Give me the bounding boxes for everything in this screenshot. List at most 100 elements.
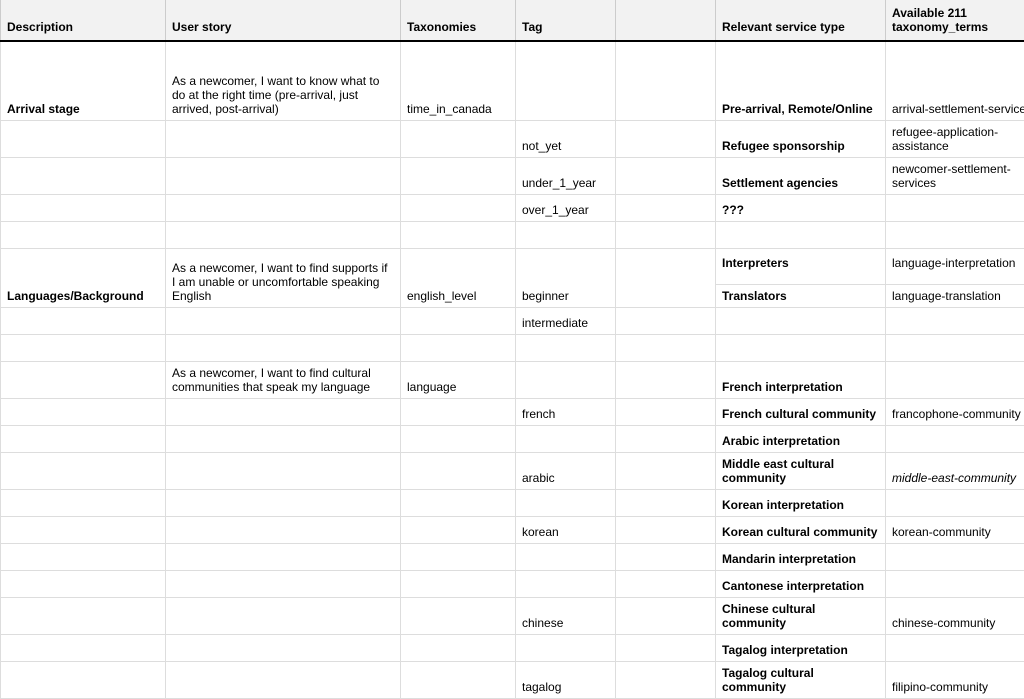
table-cell <box>616 598 716 635</box>
table-cell <box>616 635 716 662</box>
table-cell <box>616 222 716 249</box>
table-row: Languages/BackgroundAs a newcomer, I wan… <box>1 249 1024 308</box>
table-cell <box>616 571 716 598</box>
table-cell <box>401 662 516 699</box>
table-row: koreanKorean cultural communitykorean-co… <box>1 517 1024 544</box>
table-cell <box>516 362 616 399</box>
table-cell <box>166 453 401 490</box>
header-blank <box>616 0 716 41</box>
table-cell <box>166 399 401 426</box>
table-cell <box>616 362 716 399</box>
table-cell <box>401 544 516 571</box>
table-cell <box>401 426 516 453</box>
table-cell: ??? <box>716 195 886 222</box>
table-cell: time_in_canada <box>401 41 516 121</box>
table-cell: korean-community <box>886 517 1024 544</box>
table-cell <box>516 426 616 453</box>
table-cell: language <box>401 362 516 399</box>
table-cell <box>1 571 166 598</box>
table-cell <box>516 41 616 121</box>
table-cell <box>1 335 166 362</box>
table-cell <box>1 453 166 490</box>
table-cell: Tagalog cultural community <box>716 662 886 699</box>
table-cell: not_yet <box>516 121 616 158</box>
table-cell: refugee-application-assistance <box>886 121 1024 158</box>
table-cell: francophone-community <box>886 399 1024 426</box>
table-cell: arabic <box>516 453 616 490</box>
table-cell <box>401 598 516 635</box>
table-row: chineseChinese cultural communitychinese… <box>1 598 1024 635</box>
table-cell <box>886 362 1024 399</box>
table-cell <box>716 222 886 249</box>
table-cell <box>401 490 516 517</box>
table-cell <box>516 490 616 517</box>
table-cell <box>1 308 166 335</box>
table-cell <box>401 635 516 662</box>
table-cell <box>616 195 716 222</box>
table-cell: French cultural community <box>716 399 886 426</box>
table-cell <box>886 426 1024 453</box>
table-cell <box>616 544 716 571</box>
table-cell <box>166 222 401 249</box>
table-cell <box>1 399 166 426</box>
table-cell <box>886 308 1024 335</box>
table-cell: Mandarin interpretation <box>716 544 886 571</box>
table-cell <box>1 426 166 453</box>
table-cell <box>886 490 1024 517</box>
table-cell <box>401 453 516 490</box>
table-cell <box>166 335 401 362</box>
table-cell <box>166 635 401 662</box>
table-cell: filipino-community <box>886 662 1024 699</box>
table-cell: Refugee sponsorship <box>716 121 886 158</box>
table-cell: Cantonese interpretation <box>716 571 886 598</box>
table-cell <box>401 158 516 195</box>
table-cell <box>1 362 166 399</box>
table-cell <box>1 662 166 699</box>
table-cell <box>886 222 1024 249</box>
table-cell <box>1 635 166 662</box>
table-cell: language-interpretationlanguage-translat… <box>886 249 1024 308</box>
table-cell: As a newcomer, I want to find cultural c… <box>166 362 401 399</box>
table-cell: tagalog <box>516 662 616 699</box>
table-cell <box>716 308 886 335</box>
table-cell: Tagalog interpretation <box>716 635 886 662</box>
table-cell <box>166 490 401 517</box>
header-row: Description User story Taxonomies Tag Re… <box>1 0 1024 41</box>
table-cell: InterpretersTranslators <box>716 249 886 308</box>
table-cell: middle-east-community <box>886 453 1024 490</box>
table-cell <box>616 41 716 121</box>
table-cell: french <box>516 399 616 426</box>
table-cell <box>166 195 401 222</box>
table-cell <box>401 195 516 222</box>
table-cell: French interpretation <box>716 362 886 399</box>
table-cell <box>1 195 166 222</box>
table-cell: newcomer-settlement-services <box>886 158 1024 195</box>
table-row: arabic Middle east cultural communitymidd… <box>1 453 1024 490</box>
table-cell: Arabic interpretation <box>716 426 886 453</box>
table-cell <box>166 426 401 453</box>
table-cell: beginner <box>516 249 616 308</box>
table-cell <box>886 544 1024 571</box>
table-cell <box>166 598 401 635</box>
table-cell <box>166 662 401 699</box>
table-cell: intermediate <box>516 308 616 335</box>
table-cell <box>516 544 616 571</box>
table-row <box>1 222 1024 249</box>
table-cell: chinese-community <box>886 598 1024 635</box>
table-cell <box>401 335 516 362</box>
table-row: Arrival stageAs a newcomer, I want to kn… <box>1 41 1024 121</box>
table-cell <box>1 158 166 195</box>
table-cell <box>516 335 616 362</box>
table-cell <box>886 195 1024 222</box>
table-cell: Middle east cultural community <box>716 453 886 490</box>
table-cell: Korean interpretation <box>716 490 886 517</box>
table-cell <box>166 571 401 598</box>
table-cell <box>616 158 716 195</box>
table-cell <box>166 544 401 571</box>
table-cell: Settlement agencies <box>716 158 886 195</box>
table-cell <box>401 517 516 544</box>
table-cell <box>616 426 716 453</box>
table-row: french French cultural communityfrancopho… <box>1 399 1024 426</box>
table-cell: under_1_year <box>516 158 616 195</box>
table-cell <box>616 335 716 362</box>
